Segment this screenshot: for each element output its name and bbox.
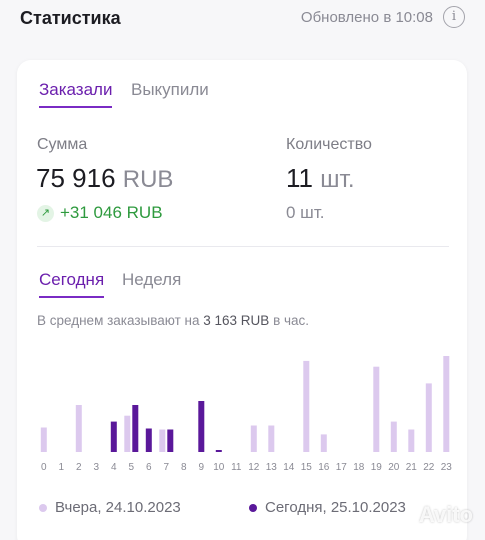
bar-yesterday-12 [250,425,257,452]
x-tick-17: 17 [336,462,348,473]
header: Статистика Обновлено в 10:08 i [0,0,485,40]
x-tick-4: 4 [111,462,117,473]
bar-yesterday-0 [40,427,47,452]
count-value: 11 шт. [286,163,355,194]
legend-dot-yesterday [39,503,47,512]
legend-today-label: Сегодня, 25.10.2023 [265,499,406,516]
sum-unit: RUB [122,166,174,193]
x-tick-8: 8 [181,462,187,473]
x-tick-5: 5 [129,462,135,473]
statistics-card: Заказали Выкупили Сумма 75 916 RUB ↗ +31… [17,60,467,540]
info-icon[interactable]: i [443,6,465,28]
count-unit: шт. [320,166,355,193]
bar-yesterday-13 [268,425,275,452]
chart-legend: Вчера, 24.10.2023 Сегодня, 25.10.2023 [39,499,459,521]
bar-today-9 [198,401,205,452]
bar-yesterday-5 [124,415,131,452]
bar-yesterday-2 [75,405,82,452]
x-tick-3: 3 [94,462,100,473]
bar-today-10 [215,450,222,452]
bar-today-5 [132,405,139,452]
x-tick-21: 21 [406,462,418,473]
x-tick-0: 0 [41,462,47,473]
x-tick-10: 10 [213,462,225,473]
legend-yesterday-label: Вчера, 24.10.2023 [55,499,181,516]
x-tick-16: 16 [318,462,330,473]
bar-yesterday-22 [425,383,432,452]
bar-yesterday-15 [303,360,310,452]
legend-today: Сегодня, 25.10.2023 [249,499,406,516]
x-tick-12: 12 [248,462,260,473]
x-tick-22: 22 [423,462,435,473]
bar-yesterday-21 [408,429,415,452]
average-value: 3 163 RUB [203,313,270,328]
watermark-logo: Avito [418,502,473,527]
x-tick-14: 14 [283,462,295,473]
sum-number: 75 916 [36,163,116,193]
bar-yesterday-16 [320,434,327,452]
x-tick-7: 7 [164,462,170,473]
x-tick-15: 15 [301,462,313,473]
x-tick-6: 6 [146,462,152,473]
bar-yesterday-23 [443,356,450,452]
sum-delta: ↗ +31 046 RUB [37,203,163,223]
tab-today[interactable]: Сегодня [39,270,105,298]
legend-yesterday: Вчера, 24.10.2023 [39,499,181,516]
page-title: Статистика [20,8,121,28]
x-tick-1: 1 [59,462,65,473]
sum-label: Сумма [37,136,88,153]
average-suffix: в час. [269,313,310,328]
x-tick-9: 9 [199,462,205,473]
x-tick-19: 19 [371,462,383,473]
average-prefix: В среднем заказывают на [37,313,204,328]
count-delta: 0 шт. [286,203,325,222]
arrow-up-right-icon: ↗ [37,204,54,222]
orders-by-hour-chart: 0 1 2 3 4 5 6 7 8 9 10 11 12 13 14 15 16 17 18 19 20 21 22 23 [40,356,453,473]
tab-purchased[interactable]: Выкупили [131,80,209,106]
average-text: В среднем заказывают на 3 163 RUB в час. [37,313,309,328]
divider [37,246,449,247]
bar-yesterday-20 [390,421,397,452]
count-label: Количество [286,136,372,153]
x-tick-11: 11 [231,462,242,473]
x-tick-20: 20 [388,462,400,473]
legend-dot-today [249,503,257,512]
x-tick-23: 23 [441,462,453,473]
sum-delta-value: +31 046 RUB [60,203,163,222]
sum-value: 75 916 RUB [36,163,173,194]
x-tick-18: 18 [353,462,365,473]
x-tick-2: 2 [76,462,82,473]
bar-today-4 [110,421,117,452]
tab-week[interactable]: Неделя [122,270,181,296]
bar-yesterday-19 [373,366,380,452]
bar-yesterday-7 [159,429,166,452]
tab-ordered[interactable]: Заказали [39,80,113,108]
count-number: 11 [286,163,313,193]
updated-time: Обновлено в 10:08 [300,9,433,26]
x-tick-13: 13 [266,462,278,473]
bar-today-6 [145,428,152,452]
bar-today-7 [167,429,174,452]
